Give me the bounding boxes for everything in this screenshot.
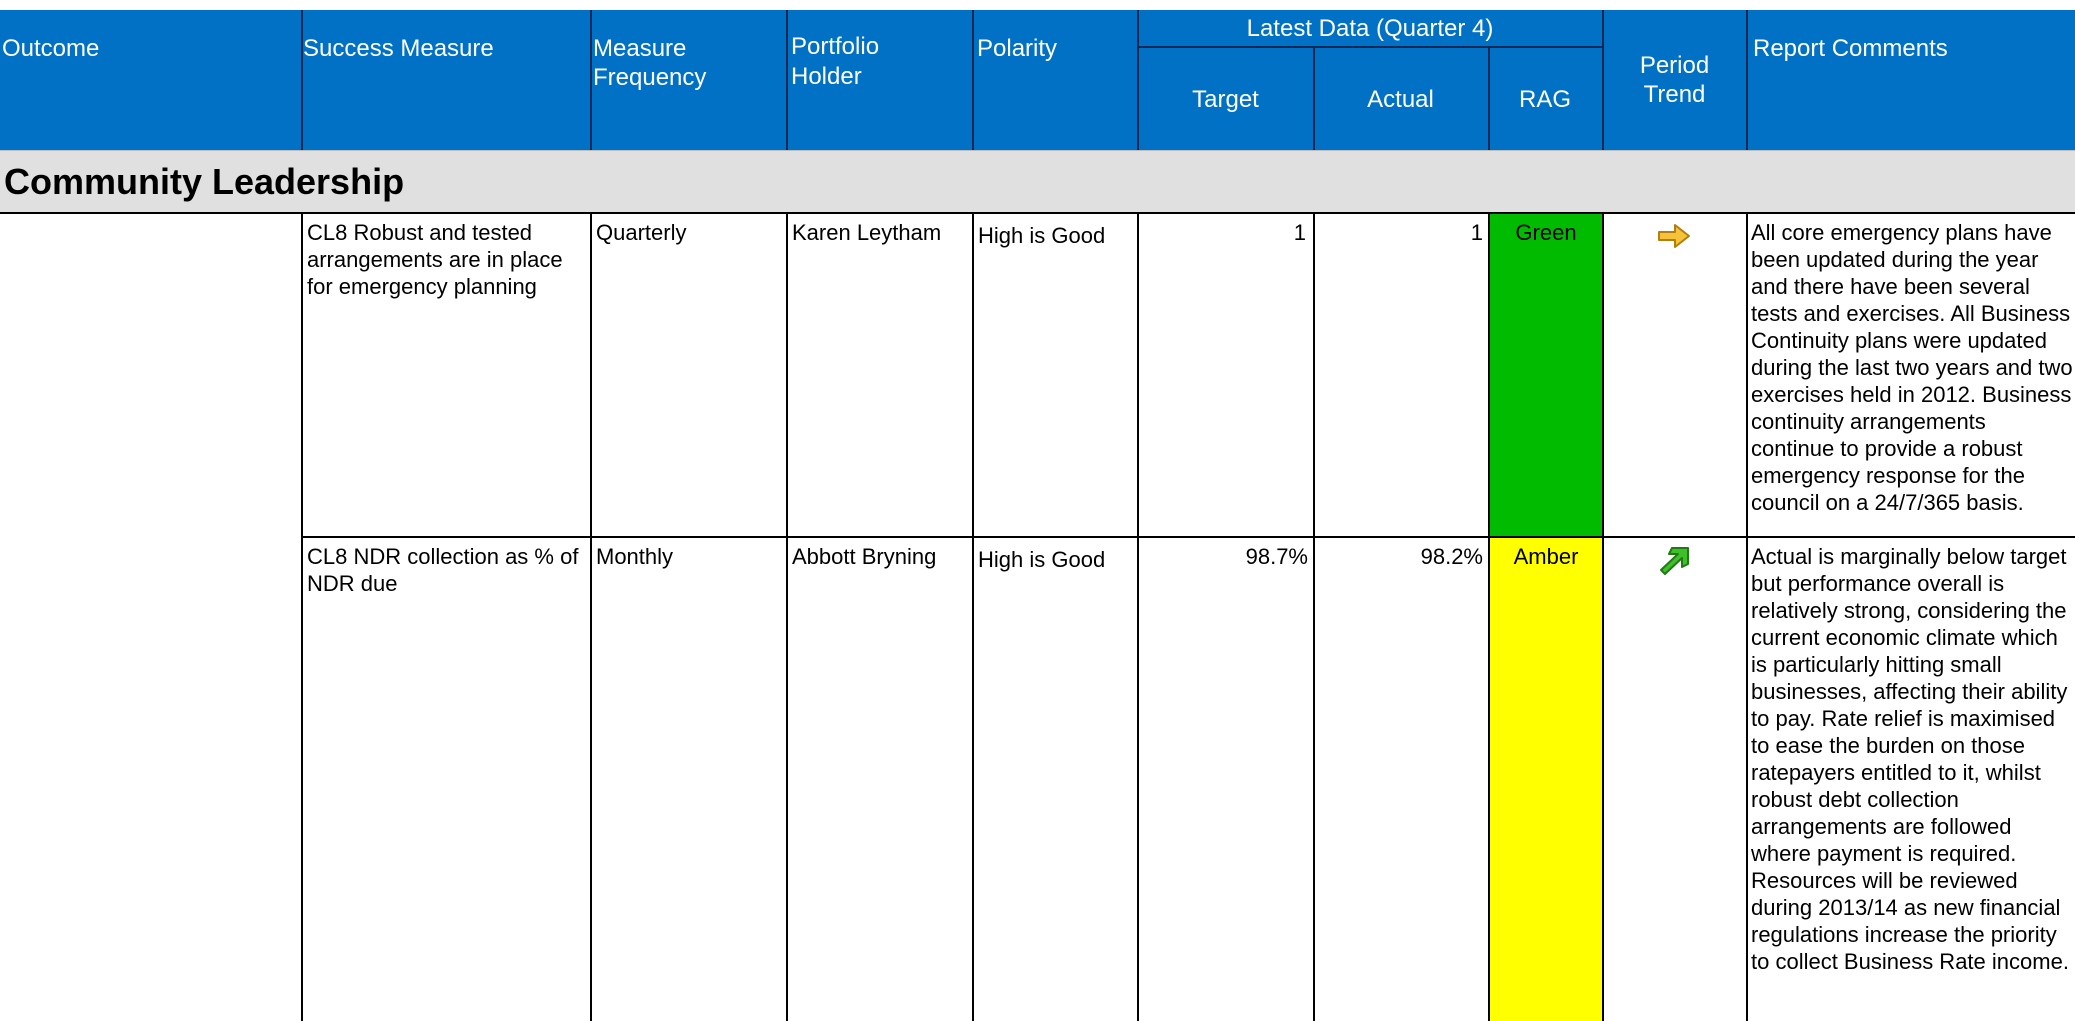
header-separator bbox=[786, 10, 788, 150]
portfolio-holder: Abbott Bryning bbox=[792, 544, 937, 569]
report-comment: Actual is marginally below target but pe… bbox=[1751, 544, 2069, 974]
polarity: High is Good bbox=[978, 547, 1106, 572]
actual-value: 98.2% bbox=[1420, 544, 1483, 569]
up-right-arrow-icon bbox=[1660, 547, 1689, 575]
column-divider bbox=[590, 214, 592, 1021]
column-divider bbox=[1746, 214, 1748, 1021]
report-comment: All core emergency plans have been updat… bbox=[1751, 220, 2073, 515]
header-period-trend-label: Period Trend bbox=[1639, 52, 1710, 108]
header-separator bbox=[972, 10, 974, 150]
header-polarity: Polarity bbox=[973, 10, 1138, 150]
rag-status: Green bbox=[1515, 220, 1577, 245]
header-portfolio-holder: Portfolio Holder bbox=[787, 10, 973, 150]
measure-frequency: Monthly bbox=[596, 544, 674, 569]
polarity: High is Good bbox=[978, 223, 1106, 248]
header-actual-label: Actual bbox=[1367, 85, 1434, 113]
section-title-label: Community Leadership bbox=[4, 161, 405, 202]
column-divider bbox=[786, 214, 788, 1021]
column-divider bbox=[972, 214, 974, 1021]
success-measure: CL8 NDR collection as % of NDR due bbox=[307, 544, 579, 596]
header-report-comments: Report Comments bbox=[1747, 10, 2075, 150]
header-latest-data: Latest Data (Quarter 4) bbox=[1138, 10, 1602, 47]
section-title: Community Leadership bbox=[0, 150, 2075, 214]
header-measure-frequency: Measure Frequency bbox=[591, 10, 787, 150]
measure-frequency: Quarterly bbox=[596, 220, 687, 245]
portfolio-holder: Karen Leytham bbox=[792, 220, 942, 245]
header-report-comments-label: Report Comments bbox=[1753, 35, 1948, 62]
rag-cell: Amber bbox=[1490, 538, 1602, 1021]
header-separator bbox=[1602, 10, 1604, 150]
header-separator bbox=[590, 10, 592, 150]
header-separator bbox=[1313, 47, 1315, 150]
target-value: 1 bbox=[1293, 220, 1306, 245]
actual-value: 1 bbox=[1470, 220, 1483, 245]
header-latest-data-label: Latest Data (Quarter 4) bbox=[1246, 14, 1494, 42]
header-success-measure: Success Measure bbox=[301, 10, 591, 150]
header-polarity-label: Polarity bbox=[977, 35, 1058, 62]
column-divider bbox=[1313, 214, 1315, 1021]
header-outcome-label: Outcome bbox=[2, 35, 100, 62]
header-measure-frequency-label: Measure Frequency bbox=[593, 35, 707, 91]
header-actual: Actual bbox=[1313, 48, 1488, 150]
header-separator bbox=[1137, 10, 1139, 150]
header-rag-label: RAG bbox=[1518, 85, 1571, 113]
column-divider bbox=[1137, 214, 1139, 1021]
right-arrow-icon bbox=[1658, 224, 1690, 248]
success-measure: CL8 Robust and tested arrangements are i… bbox=[307, 220, 563, 299]
row-divider bbox=[301, 536, 2075, 538]
header-portfolio-holder-label: Portfolio Holder bbox=[791, 33, 880, 90]
header-success-measure-label: Success Measure bbox=[303, 35, 494, 62]
header-period-trend: Period Trend bbox=[1602, 10, 1747, 150]
header-target: Target bbox=[1138, 48, 1313, 150]
column-divider bbox=[1602, 214, 1604, 1021]
column-divider bbox=[1488, 214, 1490, 1021]
target-value: 98.7% bbox=[1245, 544, 1308, 569]
header-separator bbox=[1746, 10, 1748, 150]
header-outcome: Outcome bbox=[0, 10, 301, 150]
column-divider bbox=[301, 214, 303, 1021]
header-separator bbox=[301, 10, 303, 150]
header-target-label: Target bbox=[1192, 85, 1259, 113]
header-separator bbox=[1488, 47, 1490, 150]
rag-cell: Green bbox=[1490, 214, 1602, 536]
rag-status: Amber bbox=[1513, 544, 1579, 569]
header-rag: RAG bbox=[1488, 48, 1602, 150]
